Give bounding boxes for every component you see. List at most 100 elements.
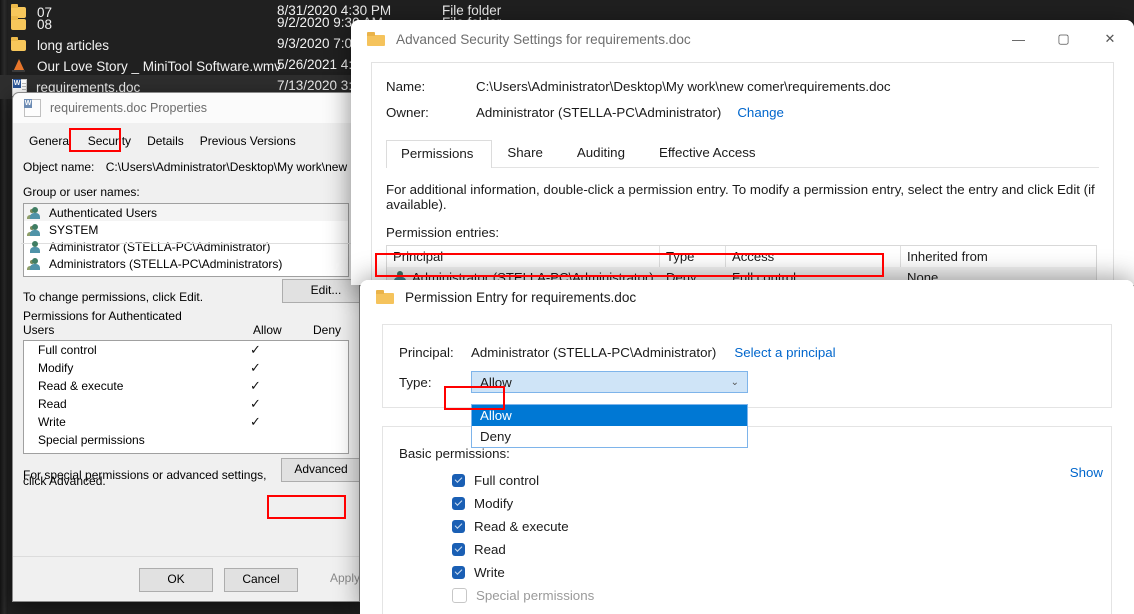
basic-permissions-card: Basic permissions: Show Full control Mod… [382, 426, 1112, 614]
change-owner-link[interactable]: Change [737, 105, 784, 120]
permission-row[interactable]: Full control ✓ [24, 341, 348, 359]
column-inherited-from: Inherited from [901, 246, 1096, 267]
type-dropdown[interactable]: Allow ⌄ [471, 371, 748, 393]
column-type: Type [660, 246, 726, 267]
tab-share[interactable]: Share [492, 139, 561, 167]
permentry-title: Permission Entry for requirements.doc [405, 290, 636, 305]
file-name: long articles [37, 38, 109, 53]
properties-title: requirements.doc Properties [50, 101, 207, 115]
file-date: 9/3/2020 7:0 [277, 36, 352, 51]
user-icon [28, 240, 44, 254]
word-doc-icon [24, 99, 41, 117]
type-row: Type: Allow ⌄ [399, 371, 1095, 393]
group-name: Authenticated Users [49, 206, 157, 220]
principal-and-type-card: Principal: Administrator (STELLA-PC\Admi… [382, 324, 1112, 408]
properties-button-bar: OK Cancel Apply [13, 556, 359, 601]
list-item[interactable]: Administrator (STELLA-PC\Administrator) [24, 238, 348, 255]
allow-check-icon: ✓ [250, 413, 261, 431]
name-row: Name: C:\Users\Administrator\Desktop\My … [386, 79, 1099, 94]
checkbox-icon[interactable] [452, 566, 465, 579]
list-item[interactable]: Authenticated Users [24, 204, 348, 221]
folder-icon [10, 16, 28, 32]
group-icon [28, 223, 44, 237]
checkbox-row-read[interactable]: Read [452, 542, 1095, 557]
permission-row[interactable]: Write ✓ [24, 413, 348, 431]
permentry-titlebar: Permission Entry for requirements.doc [360, 280, 1134, 314]
checkbox-row-modify[interactable]: Modify [452, 496, 1095, 511]
permissions-list[interactable]: Full control ✓ Modify ✓ Read & execute ✓… [23, 340, 349, 454]
group-name: SYSTEM [49, 223, 98, 237]
list-item[interactable]: Administrators (STELLA-PC\Administrators… [24, 255, 348, 272]
permissions-for-label-line2: Users [23, 323, 54, 337]
name-value: C:\Users\Administrator\Desktop\My work\n… [476, 79, 891, 94]
object-name-row: Object name: C:\Users\Administrator\Desk… [23, 160, 349, 174]
group-icon [28, 206, 44, 220]
group-name: Administrators (STELLA-PC\Administrators… [49, 257, 282, 271]
maximize-icon[interactable]: ▢ [1041, 20, 1086, 58]
allow-check-icon: ✓ [250, 341, 261, 359]
permission-row[interactable]: Read ✓ [24, 395, 348, 413]
tab-previous-versions[interactable]: Previous Versions [192, 131, 304, 151]
permission-label: Special permissions [476, 588, 594, 603]
minimize-icon[interactable]: — [996, 20, 1041, 58]
checkbox-row-read-execute[interactable]: Read & execute [452, 519, 1095, 534]
advanced-note-line2: click Advanced. [23, 474, 106, 488]
tab-permissions[interactable]: Permissions [386, 140, 492, 168]
dropdown-option-allow[interactable]: Allow [472, 405, 747, 426]
principal-value: Administrator (STELLA-PC\Administrator) [471, 345, 716, 360]
folder-icon [367, 32, 385, 46]
folder-icon [376, 290, 394, 304]
checkbox-icon[interactable] [452, 543, 465, 556]
permission-entries-label: Permission entries: [386, 225, 1099, 240]
owner-label: Owner: [386, 105, 476, 120]
cancel-button[interactable]: Cancel [224, 568, 298, 592]
list-item[interactable]: SYSTEM [24, 221, 348, 238]
permission-row[interactable]: Modify ✓ [24, 359, 348, 377]
checkbox-row-full-control[interactable]: Full control [452, 473, 1095, 488]
permission-name: Modify [38, 361, 73, 375]
ok-button[interactable]: OK [139, 568, 213, 592]
dropdown-option-deny[interactable]: Deny [472, 426, 747, 447]
tab-details[interactable]: Details [139, 131, 192, 151]
show-advanced-permissions-link[interactable]: Show [1070, 465, 1103, 480]
change-permissions-hint: To change permissions, click Edit. [23, 290, 203, 304]
group-or-user-names-label: Group or user names: [23, 185, 349, 199]
group-or-user-names-list[interactable]: Authenticated Users SYSTEM Administrator… [23, 203, 349, 277]
tab-security[interactable]: Security [80, 131, 139, 151]
checkbox-row-special-permissions: Special permissions [452, 588, 1095, 603]
advsec-titlebar: Advanced Security Settings for requireme… [351, 20, 1134, 58]
permission-entry-dialog: Permission Entry for requirements.doc Pr… [360, 280, 1134, 614]
window-controls: — ▢ ✕ [996, 20, 1134, 58]
folder-icon [10, 37, 28, 53]
tab-auditing[interactable]: Auditing [562, 139, 644, 167]
principal-label: Principal: [399, 345, 471, 360]
requirements-doc-properties-dialog: requirements.doc Properties General Secu… [12, 92, 360, 602]
type-dropdown-options[interactable]: Allow Deny [471, 404, 748, 448]
owner-value: Administrator (STELLA-PC\Administrator) [476, 105, 721, 120]
advsec-title: Advanced Security Settings for requireme… [396, 32, 691, 47]
select-a-principal-link[interactable]: Select a principal [734, 345, 835, 360]
advanced-security-settings-window: Advanced Security Settings for requireme… [351, 20, 1134, 285]
edit-button[interactable]: Edit... [282, 279, 360, 303]
checkbox-row-write[interactable]: Write [452, 565, 1095, 580]
allow-check-icon: ✓ [250, 359, 261, 377]
permission-row[interactable]: Special permissions [24, 431, 348, 449]
permission-name: Full control [38, 343, 97, 357]
advanced-button[interactable]: Advanced [281, 458, 360, 482]
permission-row[interactable]: Read & execute ✓ [24, 377, 348, 395]
tab-divider [21, 243, 359, 244]
checkbox-icon[interactable] [452, 520, 465, 533]
permission-entries-table: Principal Type Access Inherited from Adm… [386, 245, 1097, 285]
file-date: 5/26/2021 4:5 [277, 57, 360, 72]
close-icon[interactable]: ✕ [1086, 20, 1134, 58]
tab-effective-access[interactable]: Effective Access [644, 139, 775, 167]
name-label: Name: [386, 79, 476, 94]
tab-general[interactable]: General [21, 131, 80, 151]
permission-name: Special permissions [38, 433, 145, 447]
type-label: Type: [399, 375, 471, 390]
apply-button: Apply [309, 568, 360, 590]
checkbox-icon[interactable] [452, 474, 465, 487]
basic-permissions-label: Basic permissions: [399, 446, 1095, 461]
checkbox-icon[interactable] [452, 497, 465, 510]
permission-label: Write [474, 565, 505, 580]
